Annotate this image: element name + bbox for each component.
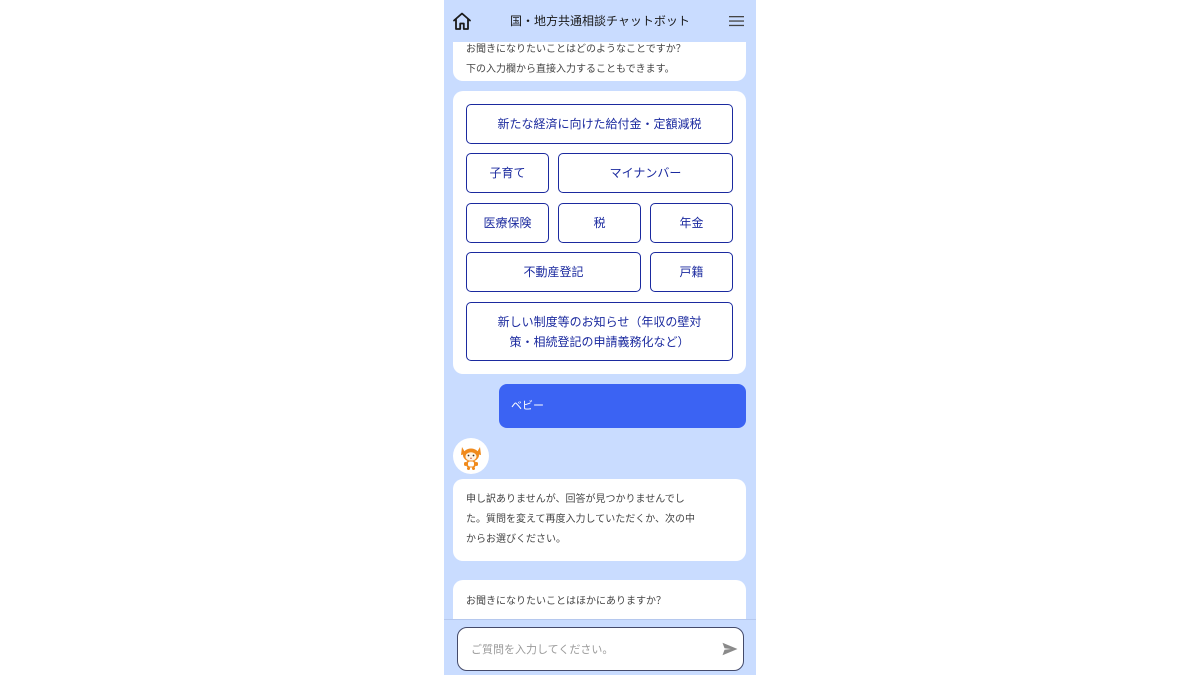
bot-message-line: からお選びください。: [466, 534, 566, 545]
choice-new-system-notices[interactable]: 新しい制度等のお知らせ（年収の壁対 策・相続登記の申請義務化など）: [466, 302, 733, 361]
home-icon[interactable]: [452, 11, 472, 31]
choice-benefit-tax-reduction[interactable]: 新たな経済に向けた給付金・定額減税: [466, 104, 733, 144]
choice-label: 不動産登記: [523, 265, 584, 279]
page-title: 国・地方共通相談チャットボット: [510, 14, 690, 28]
bot-reply-message: 申し訳ありませんが、回答が見つかりませんでし た。質問を変えて再度入力していただ…: [453, 479, 746, 561]
choice-label: 新たな経済に向けた給付金・定額減税: [497, 117, 702, 131]
input-bar: [444, 619, 756, 675]
bot-message-line: 下の入力欄から直接入力することもできます。: [466, 64, 675, 75]
bot-message-line: た。質問を変えて再度入力していただくか、次の中: [466, 514, 695, 525]
choice-label-line: 策・相続登記の申請義務化など）: [509, 334, 690, 349]
mascot-avatar-icon: [453, 438, 489, 474]
question-input[interactable]: [457, 627, 744, 671]
choice-label: マイナンバー: [609, 166, 682, 180]
choice-pension[interactable]: 年金: [650, 203, 733, 243]
choice-label: 医療保険: [483, 216, 532, 230]
choice-my-number[interactable]: マイナンバー: [558, 153, 733, 193]
choice-label: 税: [593, 216, 606, 230]
bot-message-line: 申し訳ありませんが、回答が見つかりませんでし: [466, 494, 685, 505]
user-message-text: ベビー: [511, 399, 544, 412]
send-icon[interactable]: [722, 642, 738, 656]
chat-window: お聞きになりたいことはどのようなことですか？ 下の入力欄から直接入力することもで…: [444, 0, 756, 675]
choice-tax[interactable]: 税: [558, 203, 641, 243]
user-message: ベビー: [499, 384, 746, 428]
bot-message-line: お聞きになりたいことはほかにありますか？: [466, 596, 666, 607]
choice-label: 戸籍: [679, 265, 704, 279]
choice-label-line: 新しい制度等のお知らせ（年収の壁対: [497, 314, 702, 329]
choice-label: 年金: [679, 216, 704, 230]
choice-medical-insurance[interactable]: 医療保険: [466, 203, 549, 243]
hamburger-menu-icon[interactable]: [729, 15, 744, 27]
app-header: 国・地方共通相談チャットボット: [444, 0, 756, 42]
choice-real-estate-registration[interactable]: 不動産登記: [466, 252, 641, 292]
bot-message-line: お聞きになりたいことはどのようなことですか？: [466, 44, 686, 55]
choices-panel: 新たな経済に向けた給付金・定額減税 子育て マイナンバー 医療保険 税 年金 不…: [453, 91, 746, 374]
choice-label: 子育て: [489, 166, 526, 180]
choice-family-register[interactable]: 戸籍: [650, 252, 733, 292]
choice-childcare[interactable]: 子育て: [466, 153, 549, 193]
